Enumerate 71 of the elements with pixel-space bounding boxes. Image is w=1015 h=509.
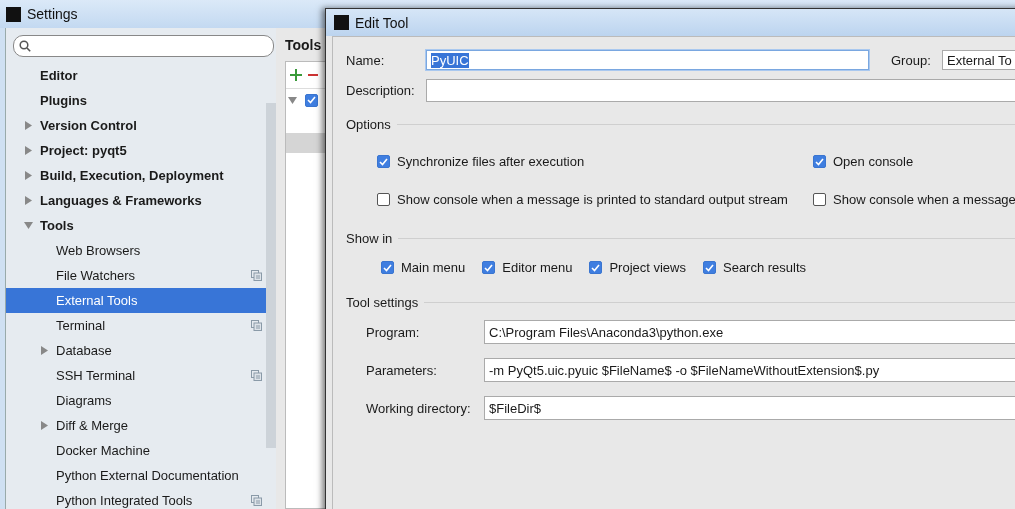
section-title: Options <box>346 117 391 132</box>
tree-item[interactable]: Python External Documentation <box>6 463 266 488</box>
checkbox[interactable] <box>482 261 496 274</box>
checkbox[interactable] <box>381 261 394 274</box>
checkbox-label: Show console when a message <box>833 192 1015 207</box>
checkbox[interactable] <box>589 261 603 274</box>
search-field[interactable] <box>13 35 274 57</box>
tree-item[interactable]: Tools <box>6 213 266 238</box>
field-label: Parameters: <box>366 362 438 378</box>
expanded-arrow-icon[interactable] <box>24 221 33 230</box>
checkbox-label: Project views <box>609 260 686 275</box>
app-icon <box>334 15 349 30</box>
name-field[interactable]: PyUIC <box>426 50 869 70</box>
collapsed-arrow-icon[interactable] <box>24 146 33 155</box>
tree-item[interactable]: Docker Machine <box>6 438 266 463</box>
add-icon[interactable] <box>290 69 302 81</box>
collapsed-arrow-icon[interactable] <box>40 421 49 430</box>
tree-item[interactable]: Plugins <box>6 88 266 113</box>
scrollbar[interactable] <box>266 103 276 448</box>
tree-item[interactable]: External Tools <box>6 288 266 313</box>
app-icon <box>6 6 21 22</box>
checkbox-label: Synchronize files after execution <box>397 154 585 169</box>
text-field[interactable]: $FileDir$ <box>484 396 1015 420</box>
field-label: Group: <box>891 52 932 68</box>
collapsed-arrow-icon[interactable] <box>40 346 49 355</box>
project-level-icon <box>251 270 262 281</box>
field-label: Working directory: <box>366 400 472 416</box>
collapsed-arrow-icon[interactable] <box>24 121 33 130</box>
window-title: Settings <box>27 6 78 22</box>
checkbox-label: Open console <box>833 154 914 169</box>
project-level-icon <box>251 320 262 331</box>
tree-item[interactable]: Build, Execution, Deployment <box>6 163 266 188</box>
tree-item[interactable]: Web Browsers <box>6 238 266 263</box>
field-label: Program: <box>366 324 421 340</box>
text-field[interactable]: C:\Program Files\Anaconda3\python.exe <box>484 320 1015 344</box>
checkbox[interactable] <box>377 155 390 168</box>
section-title: Tool settings <box>346 295 419 310</box>
tree-item[interactable]: Languages & Frameworks <box>6 188 266 213</box>
checkbox-label: Search results <box>723 260 807 275</box>
tree-item[interactable]: Diagrams <box>6 388 266 413</box>
description-field[interactable] <box>426 78 1015 102</box>
search-icon <box>19 40 31 52</box>
tree-item[interactable]: Editor <box>6 63 266 88</box>
checkbox-label: Show console when a message is printed to standard output stream <box>397 192 788 207</box>
checkbox[interactable] <box>305 93 318 107</box>
section-title: Show in <box>346 231 393 246</box>
checkbox-label: Main menu <box>401 260 466 275</box>
expanded-arrow-icon[interactable] <box>288 95 297 105</box>
group-dropdown[interactable]: External To <box>942 50 1015 70</box>
project-level-icon <box>251 370 262 381</box>
tree-item[interactable]: Version Control <box>6 113 266 138</box>
tree-item[interactable]: Diff & Merge <box>6 413 266 438</box>
text-field[interactable]: -m PyQt5.uic.pyuic $FileName$ -o $FileNameWithoutExtension$.py <box>484 358 1015 382</box>
checkbox[interactable] <box>703 261 716 274</box>
tree-item[interactable]: Terminal <box>6 313 266 338</box>
checkbox[interactable] <box>813 155 826 168</box>
tree-item[interactable]: Project: pyqt5 <box>6 138 266 163</box>
checkbox[interactable] <box>377 193 390 206</box>
collapsed-arrow-icon[interactable] <box>24 196 33 205</box>
panel-title: Tools <box>285 37 323 53</box>
checkbox-label: Editor menu <box>502 260 573 275</box>
dialog-title: Edit Tool <box>355 14 409 31</box>
project-level-icon <box>251 495 262 506</box>
field-label: Name: <box>346 52 386 68</box>
tree-item[interactable]: SSH Terminal <box>6 363 266 388</box>
checkbox[interactable] <box>813 193 826 206</box>
tree-item[interactable]: Database <box>6 338 266 363</box>
collapsed-arrow-icon[interactable] <box>24 171 33 180</box>
field-label: Description: <box>346 82 416 98</box>
tree-item[interactable]: File Watchers <box>6 263 266 288</box>
tree-item[interactable]: Python Integrated Tools <box>6 488 266 509</box>
